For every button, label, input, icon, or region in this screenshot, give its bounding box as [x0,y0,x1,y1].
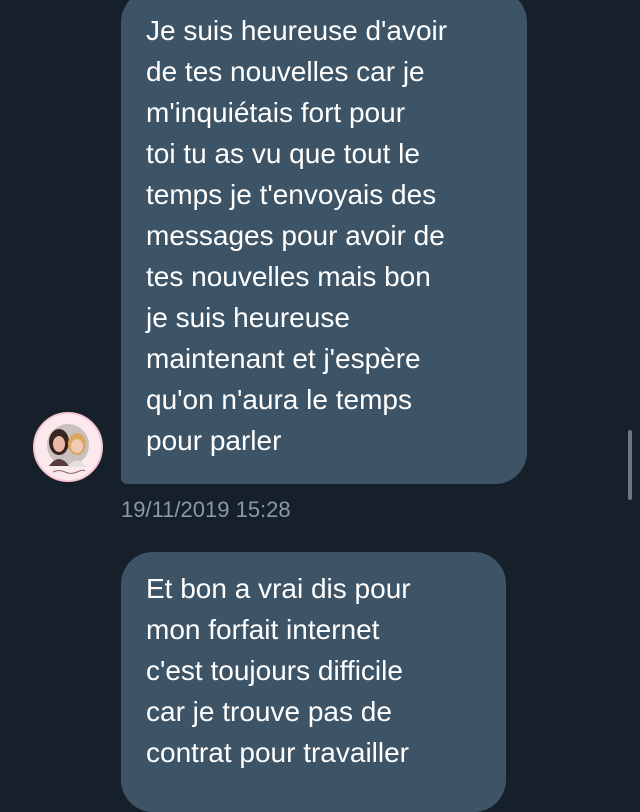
message-text-line: de tes nouvelles car je [146,56,425,87]
message-text-line: toi tu as vu que tout le [146,138,420,169]
message-timestamp: 19/11/2019 15:28 [121,497,291,522]
message-text-line: m'inquiétais fort pour [146,97,406,128]
message-text-line: maintenant et j'espère [146,343,421,374]
message-text-line: pour parler [146,425,282,456]
message-bubble[interactable]: Et bon a vrai dis pour mon forfait inter… [121,552,506,812]
profile-photo-icon [35,414,101,480]
message-text-line: car je trouve pas de [146,696,392,727]
message-text-line: messages pour avoir de [146,220,445,251]
message-text-line: je suis heureuse [146,302,350,333]
message-text-line: qu'on n'aura le temps [146,384,412,415]
message-text-line: mon forfait internet [146,614,380,645]
scrollbar-thumb[interactable] [628,430,632,500]
message-bubble[interactable]: Je suis heureuse d'avoir de tes nouvelle… [121,0,527,484]
message-text-line: temps je t'envoyais des [146,179,437,210]
message-text-line: Je suis heureuse d'avoir [146,15,448,46]
message-text-line: c'est toujours difficile [146,655,403,686]
message-text-line: tes nouvelles mais bon [146,261,431,292]
sender-avatar[interactable] [33,412,103,482]
message-text-line: Et bon a vrai dis pour [146,573,411,604]
message-text-line: contrat pour travailler [146,737,410,768]
